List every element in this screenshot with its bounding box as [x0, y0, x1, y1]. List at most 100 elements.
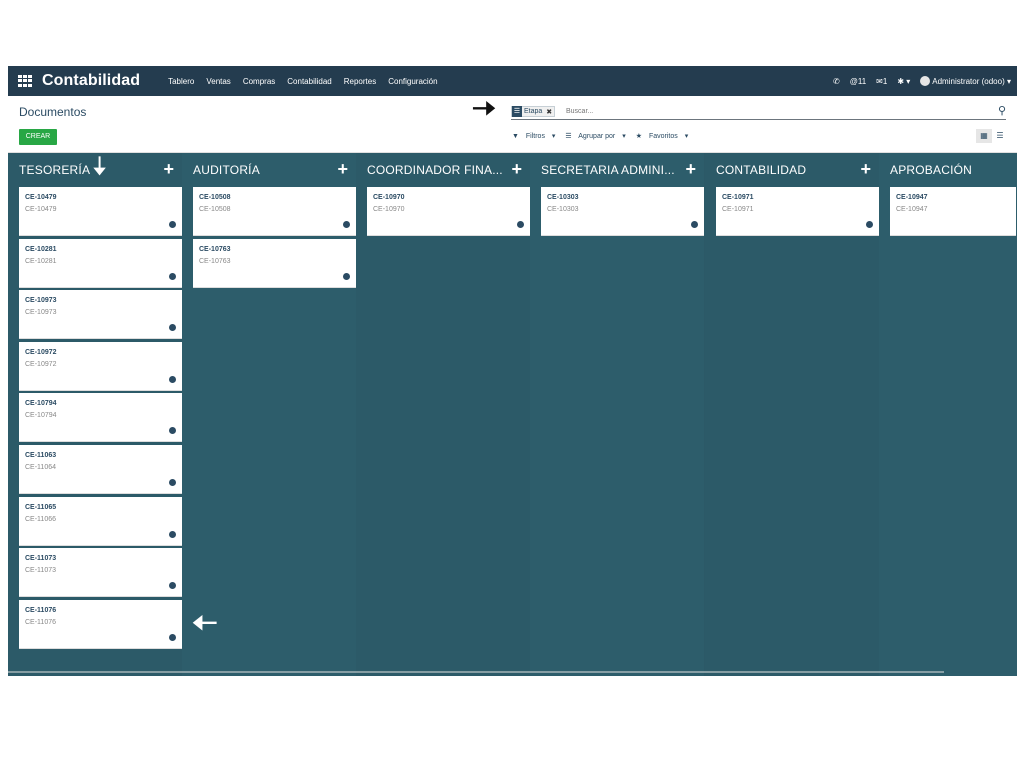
- card-subtitle: CE-10508: [199, 206, 231, 213]
- card-subtitle: CE-11066: [25, 515, 57, 523]
- kanban-column: SECRETARIA ADMINI... + CE-10303 CE-10303: [530, 153, 704, 676]
- kanban-card[interactable]: CE-10947 CE-10947: [890, 187, 1016, 236]
- menu-item-compras[interactable]: Compras: [243, 77, 275, 86]
- menu-item-tablero[interactable]: Tablero: [168, 77, 194, 86]
- card-title: CE-11076: [25, 606, 57, 614]
- kanban-card[interactable]: CE-10971 CE-10971: [716, 187, 879, 236]
- column-title[interactable]: AUDITORÍA: [193, 163, 260, 177]
- menu-item-ventas[interactable]: Ventas: [206, 77, 230, 86]
- search-options: ▼ Filtros ▾ ☰ Agrupar por ▾ ★ Favoritos …: [512, 132, 698, 140]
- groupby-dropdown[interactable]: ☰ Agrupar por ▾: [565, 132, 630, 140]
- favorites-dropdown[interactable]: ★ Favoritos ▾: [636, 132, 694, 140]
- arrow-left-icon: 🠠: [192, 607, 218, 640]
- card-title: CE-10763: [199, 245, 231, 253]
- menu-item-contabilidad[interactable]: Contabilidad: [287, 77, 331, 86]
- kanban-card[interactable]: CE-10973 CE-10973: [19, 290, 182, 340]
- card-title: CE-10303: [547, 194, 579, 201]
- status-dot-icon[interactable]: [169, 633, 176, 641]
- filters-dropdown[interactable]: ▼ Filtros ▾: [512, 132, 560, 140]
- column-title[interactable]: SECRETARIA ADMINI...: [541, 163, 675, 177]
- phone-icon[interactable]: ✆: [833, 77, 840, 86]
- card-title: CE-10794: [25, 400, 57, 408]
- card-subtitle: CE-10970: [373, 206, 405, 213]
- quick-create-plus-icon[interactable]: +: [685, 160, 696, 178]
- status-dot-icon[interactable]: [169, 324, 176, 332]
- kanban-column: TESORERÍA + CE-10479 CE-10479 CE-10281 CE-102…: [8, 153, 182, 676]
- column-title[interactable]: COORDINADOR FINA...: [367, 163, 503, 177]
- status-dot-icon[interactable]: [866, 221, 873, 228]
- kanban-card[interactable]: CE-11073 CE-11073: [19, 548, 182, 598]
- chevron-down-icon: ▾: [1004, 76, 1011, 86]
- card-title: CE-10947: [896, 194, 928, 201]
- filter-icon: ▼: [512, 133, 519, 140]
- menu-item-reportes[interactable]: Reportes: [344, 77, 376, 86]
- column-title[interactable]: CONTABILIDAD: [716, 163, 806, 177]
- status-dot-icon[interactable]: [343, 272, 350, 280]
- column-title[interactable]: APROBACIÓN: [890, 163, 972, 177]
- column-header: CONTABILIDAD +: [705, 153, 879, 186]
- messages-indicator[interactable]: ✉ 1: [876, 77, 887, 86]
- search-icon[interactable]: ⚲: [998, 104, 1006, 117]
- avatar: [920, 76, 931, 86]
- horizontal-scrollbar[interactable]: [8, 671, 944, 673]
- create-button[interactable]: CREAR: [19, 129, 57, 145]
- card-title: CE-10479: [25, 194, 57, 201]
- status-dot-icon[interactable]: [169, 530, 176, 538]
- status-dot-icon[interactable]: [169, 375, 176, 383]
- close-icon[interactable]: ✖: [544, 108, 554, 116]
- kanban-card[interactable]: CE-11076 CE-11076: [19, 599, 182, 649]
- app-window: Contabilidad Tablero Ventas Compras Cont…: [8, 66, 1017, 676]
- kanban-card[interactable]: CE-10303 CE-10303: [541, 187, 704, 236]
- search-facet[interactable]: ☰ Etapa ✖: [511, 106, 556, 117]
- search-input[interactable]: [566, 106, 966, 117]
- quick-create-plus-icon[interactable]: +: [511, 160, 522, 178]
- card-subtitle: CE-11064: [25, 464, 57, 471]
- top-navbar: Contabilidad Tablero Ventas Compras Cont…: [8, 66, 1017, 96]
- apps-menu-icon[interactable]: [18, 75, 32, 87]
- activities-counter[interactable]: @11: [850, 77, 866, 86]
- quick-create-plus-icon[interactable]: +: [860, 160, 871, 178]
- kanban-card[interactable]: CE-10970 CE-10970: [367, 187, 530, 236]
- quick-create-plus-icon[interactable]: +: [337, 160, 348, 178]
- status-dot-icon[interactable]: [343, 221, 350, 228]
- card-title: CE-10281: [25, 245, 57, 253]
- card-title: CE-10972: [25, 348, 57, 356]
- view-switcher: ▦ ☰: [976, 129, 1008, 143]
- kanban-card[interactable]: CE-10972 CE-10972: [19, 341, 182, 391]
- status-dot-icon[interactable]: [691, 221, 698, 228]
- chevron-down-icon: ▾: [551, 133, 556, 140]
- arrow-down-icon: 🠣: [93, 153, 107, 180]
- kanban-card[interactable]: CE-10281 CE-10281: [19, 238, 182, 288]
- kanban-card[interactable]: CE-10508 CE-10508: [193, 187, 356, 236]
- card-title: CE-10973: [25, 297, 57, 305]
- kanban-card[interactable]: CE-11065 CE-11066: [19, 496, 182, 546]
- status-dot-icon[interactable]: [169, 272, 176, 280]
- kanban-view-icon[interactable]: ▦: [976, 129, 992, 143]
- quick-create-plus-icon[interactable]: +: [163, 160, 174, 178]
- kanban-column: APROBACIÓN CE-10947 CE-10947: [879, 153, 1017, 676]
- status-dot-icon[interactable]: [517, 221, 524, 228]
- kanban-card[interactable]: CE-10479 CE-10479: [19, 187, 182, 236]
- column-title[interactable]: TESORERÍA: [19, 163, 90, 177]
- bug-icon[interactable]: ✱ ▾: [897, 77, 910, 86]
- card-subtitle: CE-10794: [25, 412, 57, 420]
- card-subtitle: CE-10763: [199, 257, 231, 265]
- status-dot-icon[interactable]: [169, 427, 176, 435]
- user-menu[interactable]: Administrator (odoo) ▾: [920, 76, 1011, 86]
- list-view-icon[interactable]: ☰: [992, 129, 1008, 143]
- kanban-card[interactable]: CE-10794 CE-10794: [19, 393, 182, 443]
- menu-item-configuracion[interactable]: Configuración: [388, 77, 437, 86]
- card-subtitle: CE-10971: [722, 206, 754, 213]
- facet-label: Etapa: [524, 108, 543, 115]
- status-dot-icon[interactable]: [169, 582, 176, 590]
- app-brand[interactable]: Contabilidad: [42, 72, 140, 90]
- kanban-card[interactable]: CE-11063 CE-11064: [19, 445, 182, 494]
- favorites-label: Favoritos: [648, 133, 678, 140]
- status-dot-icon[interactable]: [169, 221, 176, 228]
- list-icon: ☰: [565, 133, 572, 140]
- star-icon: ★: [635, 133, 642, 140]
- card-subtitle: CE-10303: [547, 206, 579, 213]
- kanban-card[interactable]: CE-10763 CE-10763: [193, 238, 356, 288]
- card-subtitle: CE-10479: [25, 206, 57, 213]
- status-dot-icon[interactable]: [169, 479, 176, 486]
